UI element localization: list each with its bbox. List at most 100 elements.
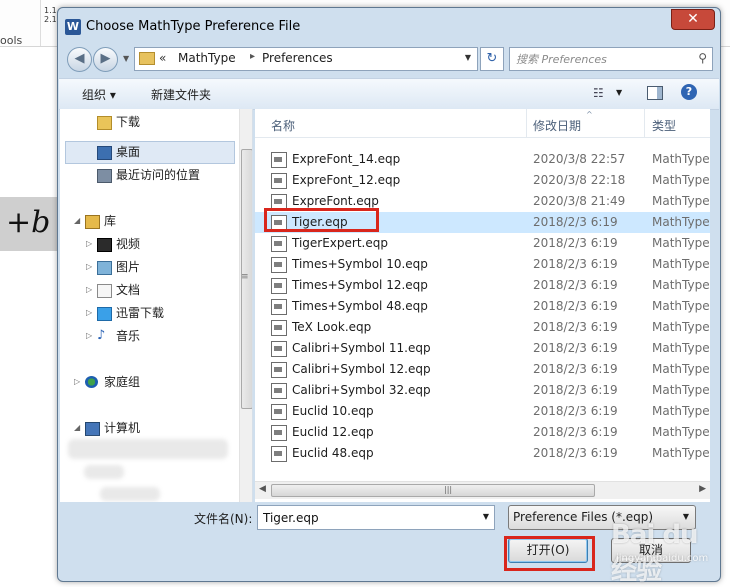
filename-combobox[interactable]: ▼ — [257, 505, 495, 530]
nav-item-documents[interactable]: ▷ 文档 — [60, 279, 238, 301]
nav-item-label: 最近访问的位置 — [116, 168, 201, 182]
annotation-highlight-file — [264, 208, 379, 232]
file-row[interactable]: Euclid 12.eqp 2018/2/3 6:19 MathType — [255, 422, 710, 443]
address-prefix[interactable]: « — [159, 51, 166, 65]
nav-item-videos[interactable]: ▷ 视频 — [60, 233, 238, 255]
nav-item-music[interactable]: ▷ ♪ 音乐 — [60, 325, 238, 347]
collapse-arrow-icon[interactable]: ◢ — [74, 417, 80, 439]
nav-item-downloads[interactable]: 下载 — [60, 111, 238, 133]
expand-arrow-icon[interactable]: ▷ — [86, 256, 92, 278]
expand-arrow-icon[interactable]: ▷ — [74, 371, 80, 393]
file-row[interactable]: Calibri+Symbol 11.eqp 2018/2/3 6:19 MathTy… — [255, 338, 710, 359]
help-icon[interactable]: ? — [681, 84, 697, 100]
redacted-drive[interactable] — [84, 465, 124, 479]
back-button[interactable]: ◀ — [67, 47, 92, 72]
preview-pane-icon[interactable] — [647, 86, 663, 100]
file-name: Calibri+Symbol 11.eqp — [292, 341, 431, 355]
collapse-arrow-icon[interactable]: ◢ — [74, 210, 80, 232]
file-type: MathType — [652, 173, 710, 187]
file-row[interactable]: Euclid 10.eqp 2018/2/3 6:19 MathType — [255, 401, 710, 422]
redacted-drive[interactable] — [68, 439, 228, 459]
nav-item-recent[interactable]: 最近访问的位置 — [60, 164, 238, 186]
eqp-file-icon — [271, 173, 287, 189]
file-row[interactable]: Calibri+Symbol 32.eqp 2018/2/3 6:19 MathTy… — [255, 380, 710, 401]
search-box[interactable]: ⚲ — [509, 47, 713, 71]
column-divider[interactable] — [644, 109, 645, 137]
file-row[interactable]: Times+Symbol 10.eqp 2018/2/3 6:19 MathType — [255, 254, 710, 275]
search-icon[interactable]: ⚲ — [698, 51, 707, 65]
new-folder-button[interactable]: 新建文件夹 — [151, 86, 211, 103]
eqp-file-icon — [271, 362, 287, 378]
file-row[interactable]: TigerExpert.eqp 2018/2/3 6:19 MathType — [255, 233, 710, 254]
filename-input[interactable] — [261, 509, 465, 527]
nav-item-thunder[interactable]: ▷ 迅雷下载 — [60, 302, 238, 324]
file-row[interactable]: ExpreFont_14.eqp 2020/3/8 22:57 MathType — [255, 149, 710, 170]
view-options-icon[interactable]: ☷ — [593, 86, 604, 100]
pictures-icon — [97, 261, 112, 275]
refresh-icon[interactable]: ↻ — [480, 47, 504, 71]
file-row[interactable]: Times+Symbol 48.eqp 2018/2/3 6:19 MathType — [255, 296, 710, 317]
redacted-drive[interactable] — [100, 487, 160, 501]
dialog-titlebar[interactable]: W Choose MathType Preference File ✕ — [58, 8, 720, 42]
nav-item-label: 下载 — [116, 115, 141, 129]
computer-icon — [85, 422, 100, 436]
nav-item-computer[interactable]: ◢ 计算机 — [60, 417, 238, 439]
file-type: MathType — [652, 320, 710, 334]
file-type: MathType — [652, 236, 710, 250]
nav-item-desktop[interactable]: 桌面 — [60, 141, 238, 163]
file-type: MathType — [652, 425, 710, 439]
file-type: MathType — [652, 299, 710, 313]
column-header: 名称 ^ 修改日期 类型 — [255, 109, 710, 138]
breadcrumb-separator-icon[interactable]: ▸ — [250, 51, 255, 62]
videos-icon — [97, 238, 112, 252]
file-row[interactable]: TeX Look.eqp 2018/2/3 6:19 MathType — [255, 317, 710, 338]
file-date: 2018/2/3 6:19 — [533, 236, 618, 250]
expand-arrow-icon[interactable]: ▷ — [86, 279, 92, 301]
file-date: 2018/2/3 6:19 — [533, 257, 618, 271]
file-date: 2018/2/3 6:19 — [533, 425, 618, 439]
nav-item-homegroup[interactable]: ▷ 家庭组 — [60, 371, 238, 393]
close-button[interactable]: ✕ — [671, 9, 715, 30]
file-row[interactable]: Times+Symbol 12.eqp 2018/2/3 6:19 MathType — [255, 275, 710, 296]
file-type: MathType — [652, 404, 710, 418]
search-input[interactable] — [514, 50, 688, 68]
file-date: 2020/3/8 22:57 — [533, 152, 626, 166]
horizontal-scrollbar-thumb[interactable]: ||| — [271, 484, 595, 497]
file-row[interactable]: Calibri+Symbol 12.eqp 2018/2/3 6:19 MathTy… — [255, 359, 710, 380]
breadcrumb-preferences[interactable]: Preferences — [262, 51, 333, 65]
organize-button[interactable]: 组织 ▾ — [82, 86, 116, 103]
address-dropdown-icon[interactable]: ▼ — [465, 53, 471, 62]
file-name: Times+Symbol 48.eqp — [292, 299, 428, 313]
file-date: 2018/2/3 6:19 — [533, 362, 618, 376]
music-icon: ♪ — [97, 328, 106, 343]
expand-arrow-icon[interactable]: ▷ — [86, 233, 92, 255]
thunder-download-icon — [97, 307, 112, 321]
forward-button[interactable]: ▶ — [93, 47, 118, 72]
scroll-right-icon[interactable]: ▶ — [699, 484, 706, 494]
expand-arrow-icon[interactable]: ▷ — [86, 302, 92, 324]
address-bar[interactable]: « MathType ▸ Preferences ▼ — [134, 47, 478, 71]
nav-scrollbar[interactable] — [239, 109, 252, 502]
filename-dropdown-icon[interactable]: ▼ — [483, 512, 489, 521]
column-name[interactable]: 名称 — [271, 117, 295, 134]
file-type: MathType — [652, 152, 710, 166]
column-date[interactable]: 修改日期 — [533, 117, 581, 134]
eqp-file-icon — [271, 257, 287, 273]
column-divider[interactable] — [526, 109, 527, 137]
expand-arrow-icon[interactable]: ▷ — [86, 325, 92, 347]
file-row[interactable]: Euclid 48.eqp 2018/2/3 6:19 MathType — [255, 443, 710, 464]
breadcrumb-mathtype[interactable]: MathType — [178, 51, 236, 65]
view-dropdown-icon[interactable]: ▼ — [616, 88, 622, 97]
file-date: 2018/2/3 6:19 — [533, 320, 618, 334]
file-row[interactable]: ExpreFont_12.eqp 2020/3/8 22:18 MathType — [255, 170, 710, 191]
nav-item-pictures[interactable]: ▷ 图片 — [60, 256, 238, 278]
file-name: Euclid 10.eqp — [292, 404, 374, 418]
scroll-left-icon[interactable]: ◀ — [259, 484, 266, 494]
eqp-file-icon — [271, 425, 287, 441]
eqp-file-icon — [271, 236, 287, 252]
recent-pages-chevron-icon[interactable]: ▼ — [123, 54, 129, 63]
file-date: 2020/3/8 22:18 — [533, 173, 626, 187]
column-type[interactable]: 类型 — [652, 117, 676, 134]
horizontal-scrollbar[interactable]: ◀ ||| ▶ — [255, 481, 710, 499]
nav-item-libraries[interactable]: ◢ 库 — [60, 210, 238, 232]
